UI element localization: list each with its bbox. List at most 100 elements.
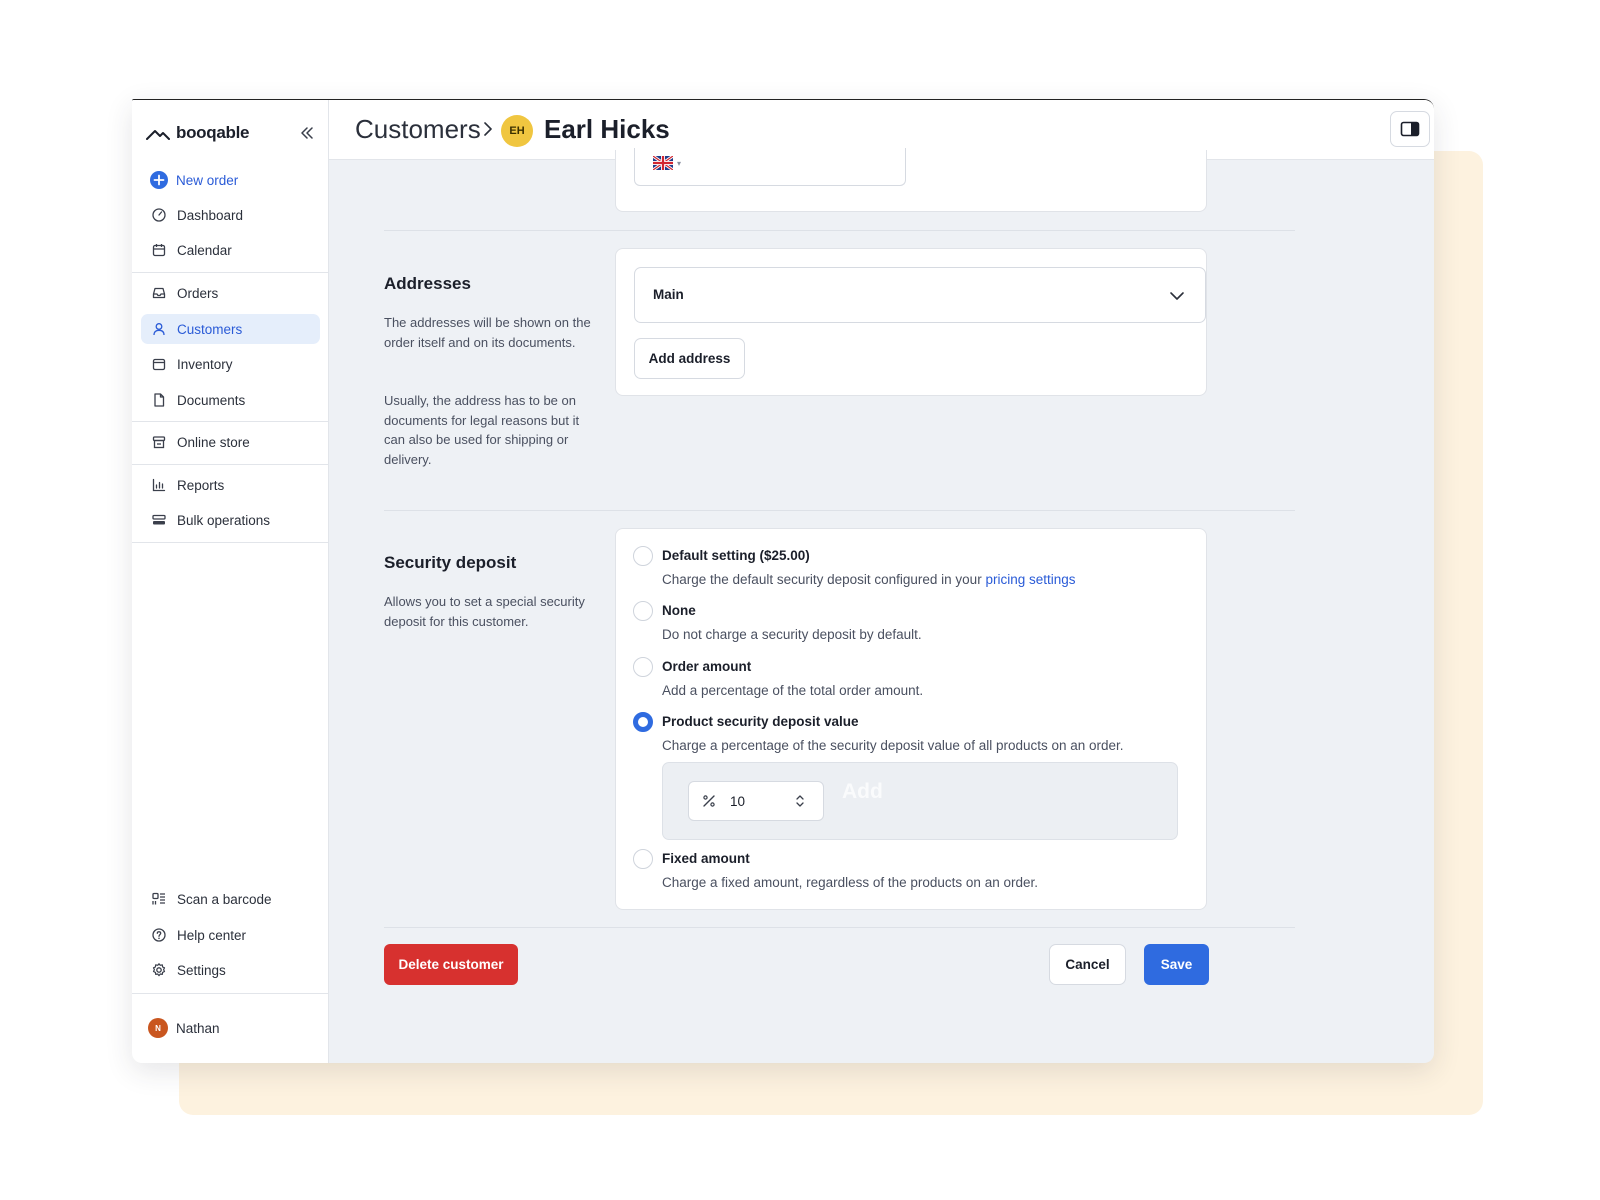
sidebar-item-label: Documents xyxy=(177,392,246,408)
sidebar-item-dashboard[interactable]: Dashboard xyxy=(141,200,320,230)
sidebar-item-label: Help center xyxy=(177,927,247,943)
option-description: Charge a fixed amount, regardless of the… xyxy=(662,875,1038,890)
logo-icon xyxy=(146,130,170,140)
sidebar-item-bulk-operations[interactable]: Bulk operations xyxy=(141,505,320,535)
inbox-icon xyxy=(151,285,167,301)
option-description: Do not charge a security deposit by defa… xyxy=(662,627,922,642)
sidebar-item-label: Reports xyxy=(177,477,225,493)
phone-card: ▾ xyxy=(615,148,1207,212)
sidebar-item-reports[interactable]: Reports xyxy=(141,470,320,500)
plus-icon xyxy=(150,171,168,189)
divider xyxy=(132,993,329,994)
cancel-button[interactable]: Cancel xyxy=(1049,944,1126,985)
percentage-panel: 10 Add xyxy=(662,762,1178,840)
addresses-title: Addresses xyxy=(384,274,471,293)
store-icon xyxy=(151,434,167,450)
page-title: Earl Hicks xyxy=(544,114,670,144)
address-select[interactable]: Main xyxy=(634,267,1206,323)
address-select-value: Main xyxy=(653,287,684,302)
chevron-down-icon xyxy=(1170,292,1184,300)
radio-none[interactable] xyxy=(633,601,653,621)
option-description: Add a percentage of the total order amou… xyxy=(662,683,924,698)
percentage-value: 10 xyxy=(730,794,746,809)
user-menu[interactable]: N Nathan xyxy=(148,1018,220,1038)
customer-avatar: EH xyxy=(501,115,533,147)
user-name: Nathan xyxy=(176,1020,220,1036)
option-description: Charge a percentage of the security depo… xyxy=(662,738,1124,753)
security-deposit-card: Default setting ($25.00) Charge the defa… xyxy=(615,528,1207,910)
sidebar-item-label: Settings xyxy=(177,962,226,978)
user-icon xyxy=(151,321,167,337)
save-button[interactable]: Save xyxy=(1144,944,1209,985)
stepper-icon[interactable] xyxy=(795,792,805,810)
calendar-icon xyxy=(151,242,167,258)
brand: booqable xyxy=(146,122,321,146)
radio-default[interactable] xyxy=(633,546,653,566)
sidebar-item-scan-barcode[interactable]: Scan a barcode xyxy=(141,884,320,914)
document-icon xyxy=(151,392,167,408)
percentage-input[interactable]: 10 xyxy=(688,781,824,821)
sidebar-item-customers[interactable]: Customers xyxy=(141,314,320,344)
security-deposit-title: Security deposit xyxy=(384,553,517,572)
section-divider xyxy=(384,510,1295,511)
divider xyxy=(132,464,329,465)
new-order-button[interactable]: New order xyxy=(141,165,320,195)
addresses-description-2: Usually, the address has to be on docume… xyxy=(384,393,580,467)
phone-input[interactable]: ▾ xyxy=(634,148,906,186)
breadcrumb-customers[interactable]: Customers xyxy=(355,114,481,145)
sidebar-item-online-store[interactable]: Online store xyxy=(141,427,320,457)
delete-customer-button[interactable]: Delete customer xyxy=(384,944,518,985)
section-divider xyxy=(384,927,1295,928)
sidebar-item-settings[interactable]: Settings xyxy=(141,955,320,985)
help-icon xyxy=(151,927,167,943)
sidebar-item-label: Bulk operations xyxy=(177,512,271,528)
bar-chart-icon xyxy=(151,477,167,493)
layers-icon xyxy=(151,512,167,528)
chevron-right-icon xyxy=(484,122,492,136)
pricing-settings-link[interactable]: pricing settings xyxy=(985,572,1075,587)
divider xyxy=(132,272,329,273)
option-title: Product security deposit value xyxy=(662,714,859,729)
avatar: N xyxy=(148,1018,168,1038)
sidebar-item-label: Customers xyxy=(177,321,243,337)
brand-name: booqable xyxy=(176,123,250,142)
option-title: Default setting ($25.00) xyxy=(662,548,810,563)
sidebar-item-label: Calendar xyxy=(177,242,232,258)
sidebar: booqable New order Dashboard Calendar Or… xyxy=(132,100,329,1063)
addresses-description: The addresses will be shown on the order… xyxy=(384,315,591,350)
ghost-add-label: Add xyxy=(842,780,883,803)
sidebar-item-help-center[interactable]: Help center xyxy=(141,920,320,950)
add-address-button[interactable]: Add address xyxy=(634,338,745,379)
main-content: ▾ Addresses The addresses will be shown … xyxy=(329,148,1434,1063)
option-description: Charge the default security deposit conf… xyxy=(662,572,1076,587)
radio-fixed[interactable] xyxy=(633,849,653,869)
option-title: Order amount xyxy=(662,659,752,674)
barcode-icon xyxy=(151,891,167,907)
radio-product-value[interactable] xyxy=(633,712,653,732)
new-order-label: New order xyxy=(176,172,239,188)
sidebar-item-orders[interactable]: Orders xyxy=(141,278,320,308)
radio-order-amount[interactable] xyxy=(633,657,653,677)
sidebar-item-documents[interactable]: Documents xyxy=(141,385,320,415)
sidebar-item-calendar[interactable]: Calendar xyxy=(141,235,320,265)
toggle-panel-button[interactable] xyxy=(1390,111,1430,147)
section-divider xyxy=(384,230,1295,231)
option-description-text: Charge the default security deposit conf… xyxy=(662,572,986,587)
gear-icon xyxy=(151,962,167,978)
app-window: booqable New order Dashboard Calendar Or… xyxy=(132,99,1434,1063)
chevron-down-icon: ▾ xyxy=(677,159,682,168)
percent-icon xyxy=(703,795,715,807)
sidebar-item-inventory[interactable]: Inventory xyxy=(141,349,320,379)
side-panel-icon xyxy=(1400,121,1420,137)
option-title: None xyxy=(662,603,696,618)
option-title: Fixed amount xyxy=(662,851,750,866)
sidebar-item-label: Online store xyxy=(177,434,250,450)
security-deposit-description: Allows you to set a special security dep… xyxy=(384,594,585,629)
box-icon xyxy=(151,356,167,372)
uk-flag-icon[interactable] xyxy=(653,156,673,170)
divider xyxy=(132,542,329,543)
sidebar-item-label: Inventory xyxy=(177,356,233,372)
collapse-sidebar-icon[interactable] xyxy=(296,122,318,144)
sidebar-item-label: Dashboard xyxy=(177,207,244,223)
addresses-card: Main Add address xyxy=(615,248,1207,396)
